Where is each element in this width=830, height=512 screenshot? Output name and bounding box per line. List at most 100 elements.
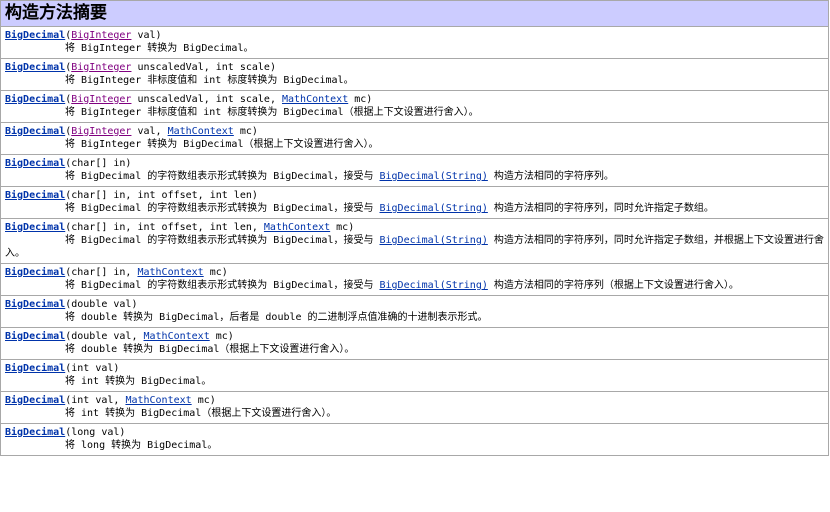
- param-type-link[interactable]: MathContext: [264, 222, 330, 233]
- constructor-name-link[interactable]: BigDecimal: [5, 158, 65, 169]
- description-text: 将 long 转换为 BigDecimal。: [65, 440, 218, 451]
- signature-text: (char[] in, int offset, int len,: [65, 222, 264, 233]
- signature-text: (char[] in): [65, 158, 132, 169]
- constructor-row: BigDecimal(BigInteger unscaledVal, int s…: [0, 58, 829, 91]
- constructor-row: BigDecimal(long val) 将 long 转换为 BigDecima…: [0, 423, 829, 456]
- constructor-name-link[interactable]: BigDecimal: [5, 30, 65, 41]
- constructor-row: BigDecimal(int val, MathContext mc) 将 int…: [0, 391, 829, 424]
- constructor-cell: BigDecimal(char[] in, int offset, int le…: [0, 186, 829, 219]
- description-text: 将 BigDecimal 的字符数组表示形式转换为 BigDecimal，接受与: [65, 235, 380, 246]
- constructor-description: 将 double 转换为 BigDecimal（根据上下文设置进行舍入）。: [5, 343, 824, 356]
- constructor-name-link[interactable]: BigDecimal: [5, 126, 65, 137]
- constructor-signature: BigDecimal(int val, MathContext mc): [5, 394, 824, 407]
- constructor-signature: BigDecimal(BigInteger unscaledVal, int s…: [5, 93, 824, 106]
- constructor-row: BigDecimal(BigInteger unscaledVal, int s…: [0, 90, 829, 123]
- signature-text: val): [131, 30, 162, 41]
- constructor-cell: BigDecimal(char[] in, int offset, int le…: [0, 218, 829, 264]
- constructor-description: 将 int 转换为 BigDecimal。: [5, 375, 824, 388]
- reference-link[interactable]: BigDecimal(String): [380, 171, 488, 182]
- summary-header: 构造方法摘要: [0, 0, 829, 27]
- constructor-row: BigDecimal(char[] in, MathContext mc) 将 B…: [0, 263, 829, 296]
- description-text: 构造方法相同的字符序列。: [487, 171, 614, 182]
- constructor-cell: BigDecimal(BigInteger val) 将 BigInteger 转…: [0, 26, 829, 59]
- constructor-description: 将 BigDecimal 的字符数组表示形式转换为 BigDecimal，接受与…: [5, 170, 824, 183]
- param-type-link[interactable]: MathContext: [125, 395, 191, 406]
- description-text: 将 double 转换为 BigDecimal（根据上下文设置进行舍入）。: [65, 344, 355, 355]
- constructor-name-link[interactable]: BigDecimal: [5, 427, 65, 438]
- constructor-row: BigDecimal(char[] in, int offset, int le…: [0, 218, 829, 264]
- constructor-summary: 构造方法摘要 BigDecimal(BigInteger val) 将 BigIn…: [0, 0, 829, 456]
- description-text: 将 BigInteger 非标度值和 int 标度转换为 BigDecimal。: [65, 75, 354, 86]
- constructor-cell: BigDecimal(int val, MathContext mc) 将 int…: [0, 391, 829, 424]
- constructor-name-link[interactable]: BigDecimal: [5, 331, 65, 342]
- param-type-link[interactable]: BigInteger: [71, 30, 131, 41]
- constructor-cell: BigDecimal(long val) 将 long 转换为 BigDecima…: [0, 423, 829, 456]
- reference-link[interactable]: BigDecimal(String): [380, 235, 488, 246]
- constructor-name-link[interactable]: BigDecimal: [5, 190, 65, 201]
- constructor-cell: BigDecimal(double val, MathContext mc) 将 …: [0, 327, 829, 360]
- constructor-row: BigDecimal(double val) 将 double 转换为 BigDe…: [0, 295, 829, 328]
- reference-link[interactable]: BigDecimal(String): [380, 203, 488, 214]
- constructor-row: BigDecimal(char[] in, int offset, int le…: [0, 186, 829, 219]
- constructor-name-link[interactable]: BigDecimal: [5, 363, 65, 374]
- param-type-link[interactable]: MathContext: [137, 267, 203, 278]
- param-type-link[interactable]: BigInteger: [71, 62, 131, 73]
- signature-text: mc): [209, 331, 234, 342]
- param-type-link[interactable]: BigInteger: [71, 94, 131, 105]
- constructor-description: 将 BigDecimal 的字符数组表示形式转换为 BigDecimal，接受与…: [5, 202, 824, 215]
- constructor-signature: BigDecimal(BigInteger val, MathContext m…: [5, 125, 824, 138]
- param-type-link[interactable]: MathContext: [282, 94, 348, 105]
- signature-text: (int val,: [65, 395, 126, 406]
- param-type-link[interactable]: MathContext: [144, 331, 210, 342]
- description-text: 将 BigInteger 非标度值和 int 标度转换为 BigDecimal（…: [65, 107, 479, 118]
- constructor-name-link[interactable]: BigDecimal: [5, 299, 65, 310]
- constructor-name-link[interactable]: BigDecimal: [5, 62, 65, 73]
- signature-text: val,: [131, 126, 168, 137]
- signature-text: mc): [191, 395, 216, 406]
- signature-text: mc): [348, 94, 373, 105]
- signature-text: unscaledVal, int scale): [131, 62, 276, 73]
- constructor-description: 将 long 转换为 BigDecimal。: [5, 439, 824, 452]
- signature-text: (long val): [65, 427, 126, 438]
- signature-text: unscaledVal, int scale,: [131, 94, 282, 105]
- signature-text: (char[] in,: [65, 267, 138, 278]
- description-text: 构造方法相同的字符序列（根据上下文设置进行舍入）。: [487, 280, 739, 291]
- signature-text: mc): [203, 267, 228, 278]
- reference-link[interactable]: BigDecimal(String): [380, 280, 488, 291]
- constructor-signature: BigDecimal(double val, MathContext mc): [5, 330, 824, 343]
- signature-text: mc): [233, 126, 258, 137]
- constructor-description: 将 BigInteger 转换为 BigDecimal（根据上下文设置进行舍入）…: [5, 138, 824, 151]
- constructor-signature: BigDecimal(BigInteger val): [5, 29, 824, 42]
- summary-header-row: 构造方法摘要: [0, 0, 829, 27]
- constructor-description: 将 BigInteger 非标度值和 int 标度转换为 BigDecimal（…: [5, 106, 824, 119]
- description-text: 将 double 转换为 BigDecimal，后者是 double 的二进制浮…: [65, 312, 488, 323]
- constructor-cell: BigDecimal(int val) 将 int 转换为 BigDecimal。: [0, 359, 829, 392]
- constructor-name-link[interactable]: BigDecimal: [5, 395, 65, 406]
- description-text: 将 BigDecimal 的字符数组表示形式转换为 BigDecimal，接受与: [65, 203, 380, 214]
- param-type-link[interactable]: MathContext: [168, 126, 234, 137]
- description-text: 将 BigDecimal 的字符数组表示形式转换为 BigDecimal，接受与: [65, 171, 380, 182]
- constructor-signature: BigDecimal(char[] in, int offset, int le…: [5, 221, 824, 234]
- constructor-cell: BigDecimal(BigInteger unscaledVal, int s…: [0, 90, 829, 123]
- constructor-row: BigDecimal(double val, MathContext mc) 将 …: [0, 327, 829, 360]
- constructor-row: BigDecimal(char[] in) 将 BigDecimal 的字符数组表…: [0, 154, 829, 187]
- constructor-name-link[interactable]: BigDecimal: [5, 222, 65, 233]
- description-text: 将 BigInteger 转换为 BigDecimal。: [65, 43, 254, 54]
- description-text: 将 BigDecimal 的字符数组表示形式转换为 BigDecimal，接受与: [65, 280, 380, 291]
- constructor-name-link[interactable]: BigDecimal: [5, 94, 65, 105]
- description-text: 将 int 转换为 BigDecimal。: [65, 376, 212, 387]
- constructor-signature: BigDecimal(char[] in, int offset, int le…: [5, 189, 824, 202]
- constructor-description: 将 BigDecimal 的字符数组表示形式转换为 BigDecimal，接受与…: [5, 234, 824, 260]
- constructor-description: 将 double 转换为 BigDecimal，后者是 double 的二进制浮…: [5, 311, 824, 324]
- signature-text: (char[] in, int offset, int len): [65, 190, 258, 201]
- signature-text: (int val): [65, 363, 120, 374]
- signature-text: (double val,: [65, 331, 144, 342]
- constructor-description: 将 BigInteger 转换为 BigDecimal。: [5, 42, 824, 55]
- constructor-signature: BigDecimal(int val): [5, 362, 824, 375]
- constructor-cell: BigDecimal(double val) 将 double 转换为 BigDe…: [0, 295, 829, 328]
- param-type-link[interactable]: BigInteger: [71, 126, 131, 137]
- constructor-name-link[interactable]: BigDecimal: [5, 267, 65, 278]
- constructor-signature: BigDecimal(char[] in): [5, 157, 824, 170]
- signature-text: (double val): [65, 299, 138, 310]
- constructor-signature: BigDecimal(char[] in, MathContext mc): [5, 266, 824, 279]
